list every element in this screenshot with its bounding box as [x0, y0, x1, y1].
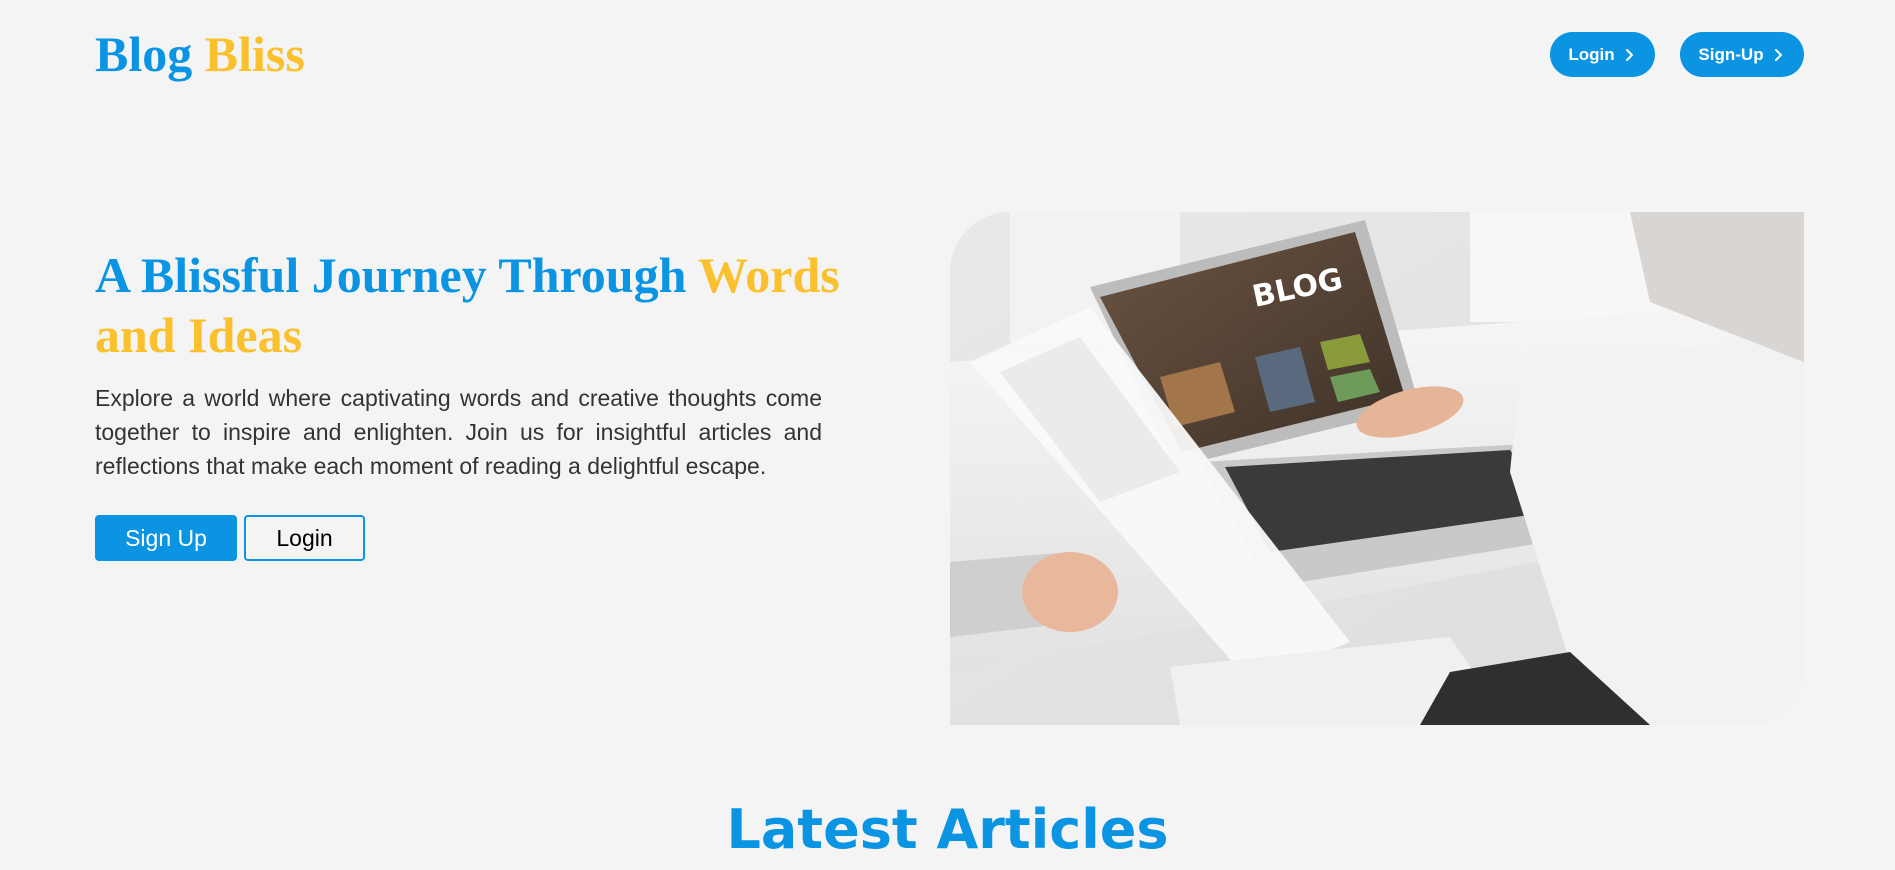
hero-title: A Blissful Journey Through Words and Ide… — [95, 245, 895, 365]
site-logo[interactable]: Blog Bliss — [95, 24, 305, 84]
chevron-right-icon — [1625, 48, 1633, 61]
latest-articles-title: Latest Articles — [726, 798, 1169, 861]
header-signup-button[interactable]: Sign-Up — [1680, 32, 1804, 77]
hero-image: BLOG — [950, 212, 1804, 725]
header-login-button[interactable]: Login — [1550, 32, 1655, 77]
hero-signup-button[interactable]: Sign Up — [95, 515, 237, 561]
hero-description: Explore a world where captivating words … — [95, 385, 822, 479]
logo-text-bliss: Bliss — [204, 26, 305, 82]
hero-title-blue: A Blissful Journey Through — [95, 247, 699, 303]
logo-text-blog: Blog — [95, 26, 193, 82]
header-login-label: Login — [1568, 44, 1615, 64]
chevron-right-icon — [1774, 48, 1782, 61]
laptop-photo-illustration: BLOG — [950, 212, 1804, 725]
header-signup-label: Sign-Up — [1698, 44, 1764, 64]
page: Blog Bliss Login Sign-Up A Blissful Jour… — [0, 0, 1895, 870]
hero-login-button[interactable]: Login — [244, 515, 365, 561]
